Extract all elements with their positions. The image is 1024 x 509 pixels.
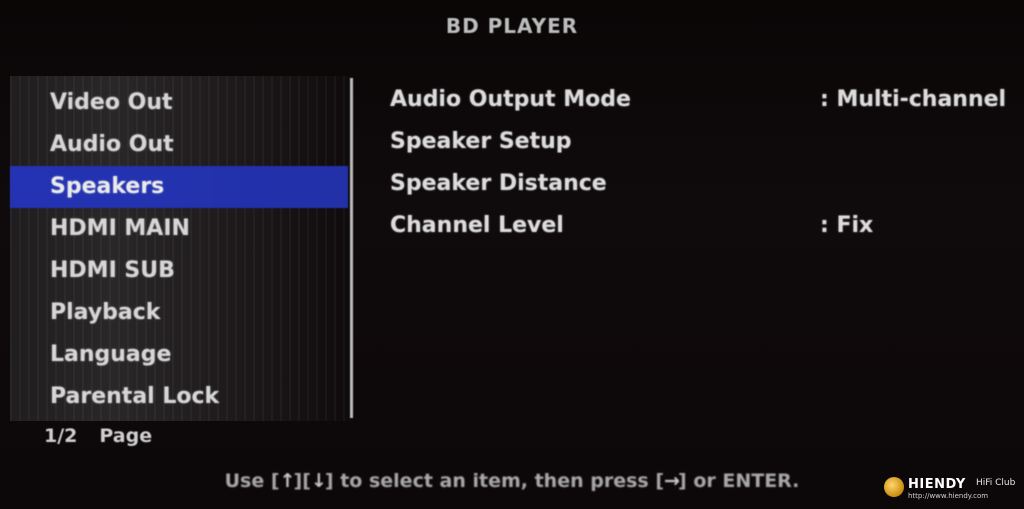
option-label: Audio Output Mode xyxy=(390,87,631,112)
watermark-site: http://www.hiendy.com xyxy=(908,492,989,500)
sidebar-item-hdmi-main[interactable]: HDMI MAIN xyxy=(10,208,348,250)
logo-emblem-icon xyxy=(884,477,904,497)
sidebar-item-video-out[interactable]: Video Out xyxy=(10,82,348,124)
page-number: 1/2 xyxy=(44,425,78,447)
hint-text-separator: ][ xyxy=(293,470,311,492)
sidebar-item-parental-lock[interactable]: Parental Lock xyxy=(10,376,348,418)
watermark-logo: HIENDY HiFi Club http://www.hiendy.com xyxy=(884,475,1016,503)
sidebar-item-playback[interactable]: Playback xyxy=(10,292,348,334)
bd-player-setup-screen: BD PLAYER Video Out Audio Out Speakers H… xyxy=(0,0,1024,509)
page-indicator: 1/2 Page xyxy=(44,425,152,447)
hint-text-use: Use [ xyxy=(224,470,280,492)
hint-text-enter: ] or ENTER. xyxy=(678,470,800,492)
watermark-brand: HIENDY xyxy=(908,477,966,492)
screen-title: BD PLAYER xyxy=(445,14,579,38)
sidebar-item-language[interactable]: Language xyxy=(10,334,348,376)
sidebar-item-speakers[interactable]: Speakers xyxy=(10,166,348,208)
option-label: Speaker Setup xyxy=(390,129,572,154)
panel-divider xyxy=(350,78,353,418)
navigation-hint: Use [↑][↓] to select an item, then press… xyxy=(0,470,1024,492)
settings-category-sidebar: Video Out Audio Out Speakers HDMI MAIN H… xyxy=(10,76,350,421)
sidebar-item-audio-out[interactable]: Audio Out xyxy=(10,124,348,166)
option-audio-output-mode[interactable]: Audio Output Mode : Multi-channel xyxy=(390,79,1010,121)
option-value: : Fix xyxy=(820,213,874,238)
hint-text-select: ] to select an item, then press [ xyxy=(324,470,665,492)
right-arrow-icon: → xyxy=(664,470,680,492)
option-speaker-distance[interactable]: Speaker Distance xyxy=(390,163,1010,205)
sidebar-item-hdmi-sub[interactable]: HDMI SUB xyxy=(10,250,348,292)
down-arrow-icon: ↓ xyxy=(310,470,327,492)
option-channel-level[interactable]: Channel Level : Fix xyxy=(390,205,1010,247)
option-label: Channel Level xyxy=(390,213,564,238)
option-label: Speaker Distance xyxy=(390,171,607,196)
page-label: Page xyxy=(99,425,153,447)
option-value: : Multi-channel xyxy=(820,87,1007,112)
watermark-club: HiFi Club xyxy=(976,478,1016,488)
option-speaker-setup[interactable]: Speaker Setup xyxy=(390,121,1010,163)
up-arrow-icon: ↑ xyxy=(279,470,296,492)
